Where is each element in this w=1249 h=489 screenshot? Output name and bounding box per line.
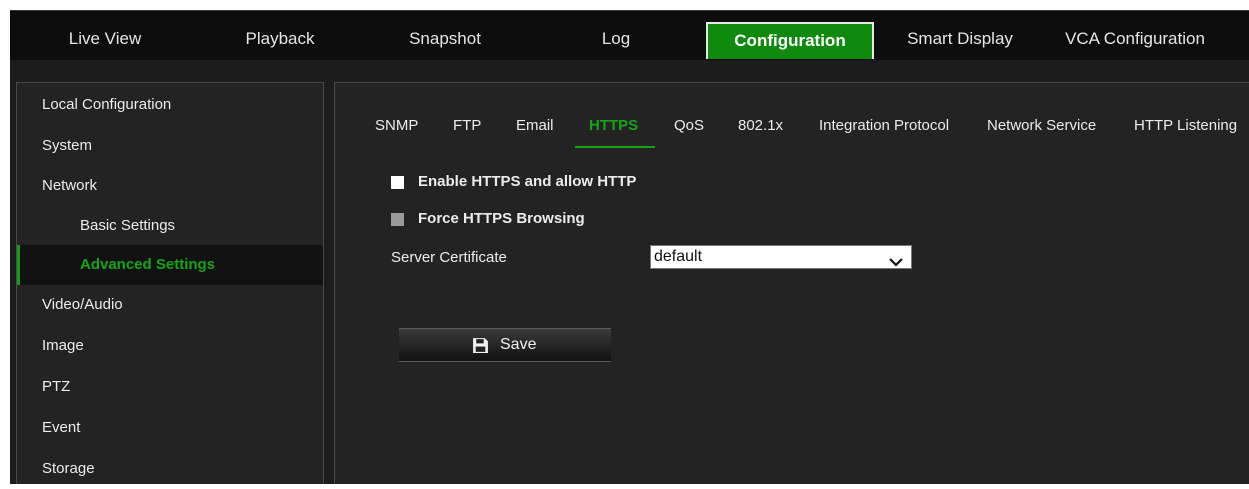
chevron-down-icon [889, 252, 903, 274]
active-indicator [17, 245, 20, 285]
sidebar-item-label: Basic Settings [80, 217, 176, 234]
sidebar-item-label: Network [42, 177, 98, 194]
subtab-integration-protocol[interactable]: Integration Protocol [819, 117, 949, 134]
sidebar-item-local-configuration[interactable]: Local Configuration [17, 85, 323, 125]
subtab-email[interactable]: Email [516, 117, 554, 134]
subtab-http-listening[interactable]: HTTP Listening [1134, 117, 1237, 134]
sidebar-item-network[interactable]: Network [17, 166, 323, 206]
sidebar-item-label: PTZ [42, 378, 71, 395]
content-panel: SNMP FTP Email HTTPS QoS 802.1x Integrat… [334, 82, 1249, 484]
tab-live-view[interactable]: Live View [50, 19, 160, 61]
subtab-qos[interactable]: QoS [674, 117, 704, 134]
subtab-ftp[interactable]: FTP [453, 117, 481, 134]
top-nav-bar: Live View Playback Snapshot Log Configur… [10, 10, 1249, 60]
sidebar-item-label: System [42, 137, 93, 154]
active-subtab-underline [575, 146, 655, 148]
server-certificate-label: Server Certificate [391, 249, 507, 266]
tab-snapshot[interactable]: Snapshot [390, 19, 500, 61]
save-button[interactable]: Save [399, 328, 611, 362]
tab-configuration[interactable]: Configuration [706, 22, 874, 59]
force-https-label: Force HTTPS Browsing [418, 210, 585, 227]
sidebar: Local Configuration System Network Basic… [16, 82, 324, 484]
sidebar-item-label: Video/Audio [42, 296, 123, 313]
subtab-https[interactable]: HTTPS [589, 117, 638, 134]
save-button-label: Save [500, 336, 537, 353]
sidebar-item-label: Image [42, 337, 84, 354]
tab-playback[interactable]: Playback [225, 19, 335, 61]
sidebar-item-ptz[interactable]: PTZ [17, 367, 323, 407]
subtab-network-service[interactable]: Network Service [987, 117, 1096, 134]
server-certificate-select[interactable]: default [650, 245, 912, 269]
sidebar-item-label: Storage [42, 460, 95, 477]
sidebar-item-image[interactable]: Image [17, 326, 323, 366]
sidebar-item-label: Advanced Settings [80, 256, 216, 273]
subtab-snmp[interactable]: SNMP [375, 117, 418, 134]
tab-vca-configuration[interactable]: VCA Configuration [1045, 19, 1225, 61]
sidebar-item-system[interactable]: System [17, 126, 323, 166]
sidebar-item-label: Event [42, 419, 81, 436]
force-https-checkbox[interactable] [391, 213, 404, 226]
tab-smart-display[interactable]: Smart Display [895, 19, 1025, 61]
sidebar-item-event[interactable]: Event [17, 408, 323, 448]
subtab-8021x[interactable]: 802.1x [738, 117, 783, 134]
enable-https-label: Enable HTTPS and allow HTTP [418, 173, 637, 190]
floppy-disk-icon [472, 337, 489, 359]
sidebar-item-label: Local Configuration [42, 96, 172, 113]
enable-https-checkbox[interactable] [391, 176, 404, 189]
tab-log[interactable]: Log [576, 19, 656, 61]
sidebar-item-storage[interactable]: Storage [17, 449, 323, 489]
sidebar-item-advanced-settings[interactable]: Advanced Settings [17, 245, 323, 285]
server-certificate-value: default [654, 248, 703, 265]
sidebar-item-video-audio[interactable]: Video/Audio [17, 285, 323, 325]
sidebar-item-basic-settings[interactable]: Basic Settings [17, 206, 323, 246]
